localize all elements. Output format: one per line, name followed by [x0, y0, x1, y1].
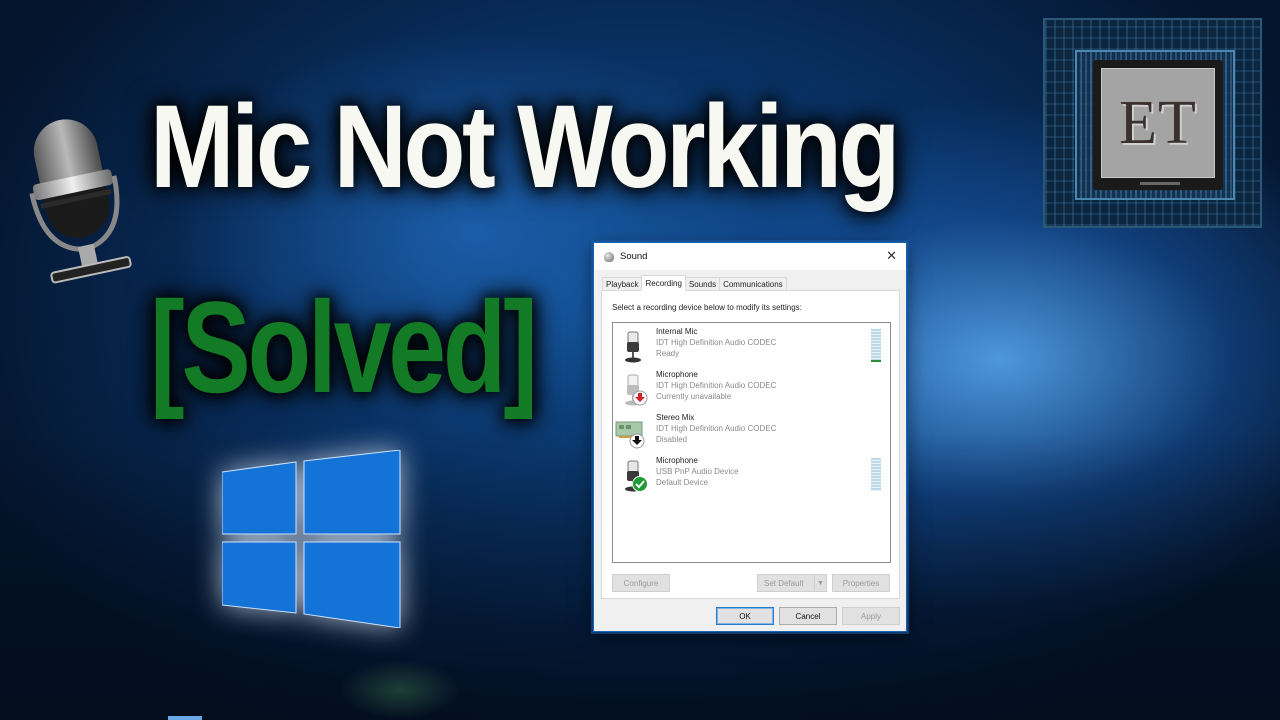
- tab-playback[interactable]: Playback: [602, 277, 643, 291]
- list-item[interactable]: Microphone IDT High Definition Audio COD…: [613, 368, 890, 410]
- windows-logo-icon: [222, 450, 401, 628]
- configure-button[interactable]: Configure: [612, 574, 670, 592]
- set-default-button[interactable]: Set Default ▼: [757, 574, 827, 592]
- headline: Mic Not Working: [150, 81, 901, 213]
- microphone-icon: [29, 119, 132, 284]
- device-driver: USB PnP Audio Device: [656, 467, 739, 476]
- device-status: Disabled: [656, 435, 688, 444]
- close-icon[interactable]: ✕: [886, 249, 897, 262]
- tab-sounds[interactable]: Sounds: [684, 277, 721, 291]
- level-meter: [871, 329, 881, 362]
- logo-text: ET: [1119, 88, 1197, 157]
- microphone-unplugged-icon: [625, 374, 648, 406]
- device-name: Stereo Mix: [656, 413, 695, 422]
- device-driver: IDT High Definition Audio CODEC: [656, 424, 777, 433]
- microphone-icon: [625, 331, 641, 363]
- apply-button[interactable]: Apply: [842, 607, 900, 625]
- list-item[interactable]: Microphone USB PnP Audio Device Default …: [613, 454, 890, 496]
- tab-communications[interactable]: Communications: [719, 277, 787, 291]
- tab-bar: Playback Recording Sounds Communications: [602, 275, 787, 291]
- background-glow: [340, 660, 460, 720]
- device-name: Microphone: [656, 456, 698, 465]
- device-list[interactable]: Internal Mic IDT High Definition Audio C…: [612, 322, 891, 563]
- taskbar-indicator: [168, 716, 202, 720]
- subheadline: [Solved]: [150, 274, 538, 420]
- device-driver: IDT High Definition Audio CODEC: [656, 338, 777, 347]
- instruction-text: Select a recording device below to modif…: [612, 303, 802, 312]
- title-bar[interactable]: Sound ✕: [594, 243, 906, 270]
- list-item[interactable]: Internal Mic IDT High Definition Audio C…: [613, 325, 890, 367]
- tab-recording[interactable]: Recording: [641, 275, 686, 291]
- properties-button[interactable]: Properties: [832, 574, 890, 592]
- microphone-default-icon: [625, 460, 648, 492]
- sound-card-icon: [615, 421, 645, 449]
- set-default-label: Set Default: [764, 578, 804, 588]
- chip-label: [1140, 182, 1180, 185]
- meter-level: [871, 360, 881, 362]
- list-item[interactable]: Stereo Mix IDT High Definition Audio COD…: [613, 411, 890, 453]
- device-status: Ready: [656, 349, 680, 358]
- level-meter: [871, 458, 881, 491]
- device-name: Internal Mic: [656, 327, 698, 336]
- cancel-button[interactable]: Cancel: [779, 607, 837, 625]
- device-status: Default Device: [656, 478, 709, 487]
- chip-face: ET: [1101, 68, 1215, 178]
- dialog-title: Sound: [620, 251, 648, 262]
- device-status: Currently unavailable: [656, 392, 732, 401]
- channel-logo: ET: [1043, 18, 1262, 228]
- sound-dialog: Sound ✕ Playback Recording Sounds Commun…: [593, 242, 907, 632]
- ok-button[interactable]: OK: [716, 607, 774, 625]
- speaker-icon: [604, 251, 614, 262]
- recording-panel: Select a recording device below to modif…: [601, 290, 900, 599]
- chevron-down-icon[interactable]: ▼: [814, 575, 826, 591]
- device-driver: IDT High Definition Audio CODEC: [656, 381, 777, 390]
- device-name: Microphone: [656, 370, 698, 379]
